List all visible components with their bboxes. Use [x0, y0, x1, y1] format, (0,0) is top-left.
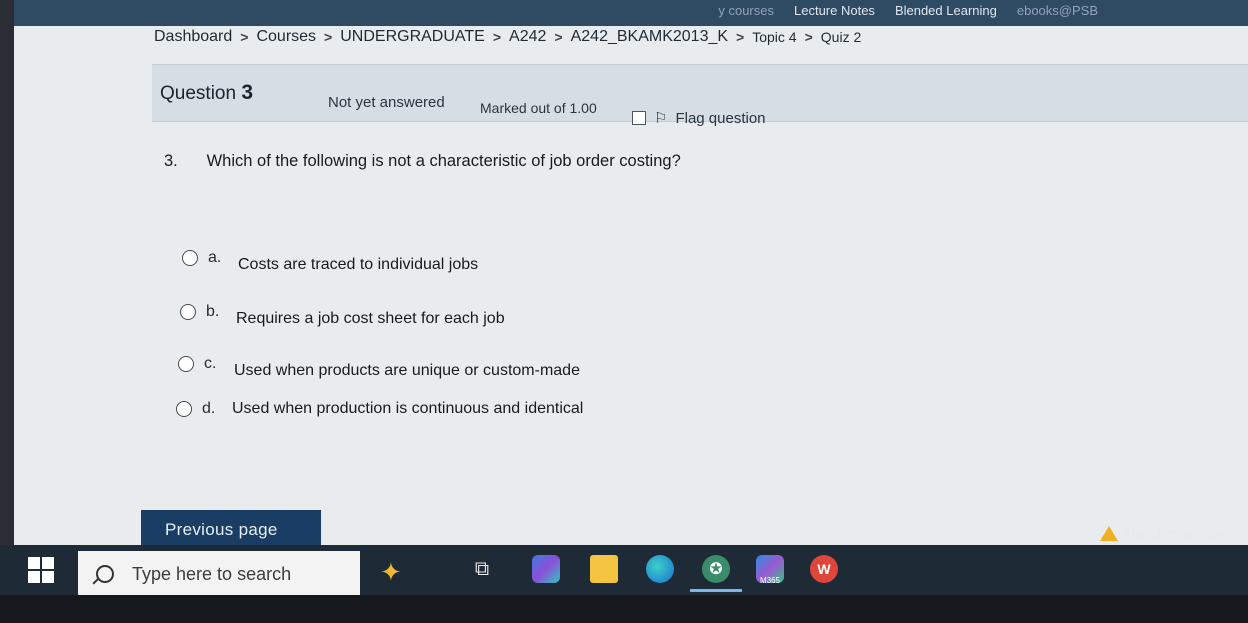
breadcrumb-quiz[interactable]: Quiz 2: [821, 29, 861, 45]
question-heading: Question 3: [160, 81, 253, 105]
answer-text[interactable]: Costs are traced to individual jobs: [238, 256, 478, 274]
breadcrumb-topic[interactable]: Topic 4: [752, 29, 796, 45]
answer-letter: a.: [208, 249, 222, 266]
active-app-indicator: [690, 589, 742, 592]
browser-viewport: y courses Lecture Notes Blended Learning…: [14, 0, 1248, 560]
taskbar: ✦ ⧉ ✪ M365 W: [0, 545, 1248, 597]
answer-text[interactable]: Requires a job cost sheet for each job: [236, 310, 505, 328]
chevron-right-icon: >: [324, 29, 333, 45]
taskbar-search[interactable]: [78, 551, 360, 597]
search-highlight-icon: ✦: [380, 557, 402, 587]
flag-question-label[interactable]: Flag question: [675, 110, 765, 127]
flag-icon: ⚐: [654, 110, 668, 127]
radio-button[interactable]: [178, 356, 194, 372]
question-text-number: 3.: [164, 152, 178, 170]
screen-bezel: [0, 595, 1248, 623]
top-navigation: y courses Lecture Notes Blended Learning…: [14, 0, 1248, 26]
breadcrumb-dashboard[interactable]: Dashboard: [154, 28, 232, 46]
copilot-icon[interactable]: [532, 555, 560, 583]
question-state: Not yet answered: [328, 94, 445, 111]
chevron-right-icon: >: [736, 29, 745, 45]
quiz-content: Dashboard > Courses > UNDERGRADUATE > A2…: [14, 26, 1248, 560]
flag-question-control[interactable]: ⚐ Flag question: [632, 109, 766, 127]
chevron-right-icon: >: [554, 29, 563, 45]
question-marks: Marked out of 1.00: [480, 100, 597, 116]
wps-office-icon[interactable]: W: [810, 555, 838, 583]
nav-link-ebooks[interactable]: ebooks@PSB: [1017, 3, 1098, 18]
answer-option-c[interactable]: c. Used when products are unique or cust…: [178, 348, 580, 380]
warning-icon: [1100, 526, 1118, 541]
question-info-panel: Question 3 Not yet answered Marked out o…: [152, 64, 1248, 127]
radio-button[interactable]: [180, 304, 196, 320]
nav-link-my-courses[interactable]: y courses: [718, 3, 774, 18]
flag-checkbox[interactable]: [632, 111, 646, 125]
answer-option-d[interactable]: d. Used when production is continuous an…: [176, 400, 583, 418]
breadcrumb-a242[interactable]: A242: [509, 28, 546, 46]
radio-button[interactable]: [182, 250, 198, 266]
weather-text[interactable]: Thunderstorm warni: [1124, 526, 1240, 541]
answer-letter: d.: [202, 400, 216, 417]
breadcrumb-courses[interactable]: Courses: [256, 28, 316, 46]
store-icon[interactable]: ✪: [702, 555, 730, 583]
nav-link-blended-learning[interactable]: Blended Learning: [895, 3, 997, 18]
answer-letter: c.: [204, 355, 217, 372]
m365-icon[interactable]: M365: [756, 555, 784, 585]
answer-option-a[interactable]: a. Costs are traced to individual jobs: [182, 242, 478, 274]
question-text-body: Which of the following is not a characte…: [206, 152, 681, 170]
weather-widget[interactable]: Thunderstorm warni: [1100, 526, 1240, 541]
breadcrumb-course-code[interactable]: A242_BKAMK2013_K: [571, 28, 728, 46]
answer-text[interactable]: Used when production is continuous and i…: [232, 400, 583, 418]
answer-text[interactable]: Used when products are unique or custom-…: [234, 362, 580, 380]
edge-browser-icon[interactable]: [646, 555, 674, 583]
question-label: Question: [160, 83, 237, 104]
question-text: 3. Which of the following is not a chara…: [164, 152, 681, 171]
breadcrumb: Dashboard > Courses > UNDERGRADUATE > A2…: [154, 28, 861, 46]
file-explorer-icon[interactable]: [590, 555, 618, 583]
nav-link-lecture-notes[interactable]: Lecture Notes: [794, 3, 875, 18]
previous-page-button[interactable]: Previous page: [141, 510, 321, 550]
search-input[interactable]: [130, 562, 334, 586]
m365-label: M365: [759, 575, 780, 585]
chevron-right-icon: >: [492, 29, 502, 45]
windows-start-icon[interactable]: [28, 557, 54, 583]
breadcrumb-undergraduate[interactable]: UNDERGRADUATE: [340, 28, 485, 46]
chevron-right-icon: >: [804, 29, 813, 45]
radio-button[interactable]: [176, 401, 192, 417]
task-view-icon[interactable]: ⧉: [468, 555, 496, 583]
answer-option-b[interactable]: b. Requires a job cost sheet for each jo…: [180, 296, 505, 328]
question-number: 3: [241, 81, 254, 104]
search-icon: [96, 565, 114, 583]
answer-letter: b.: [206, 303, 220, 320]
chevron-right-icon: >: [240, 29, 249, 45]
